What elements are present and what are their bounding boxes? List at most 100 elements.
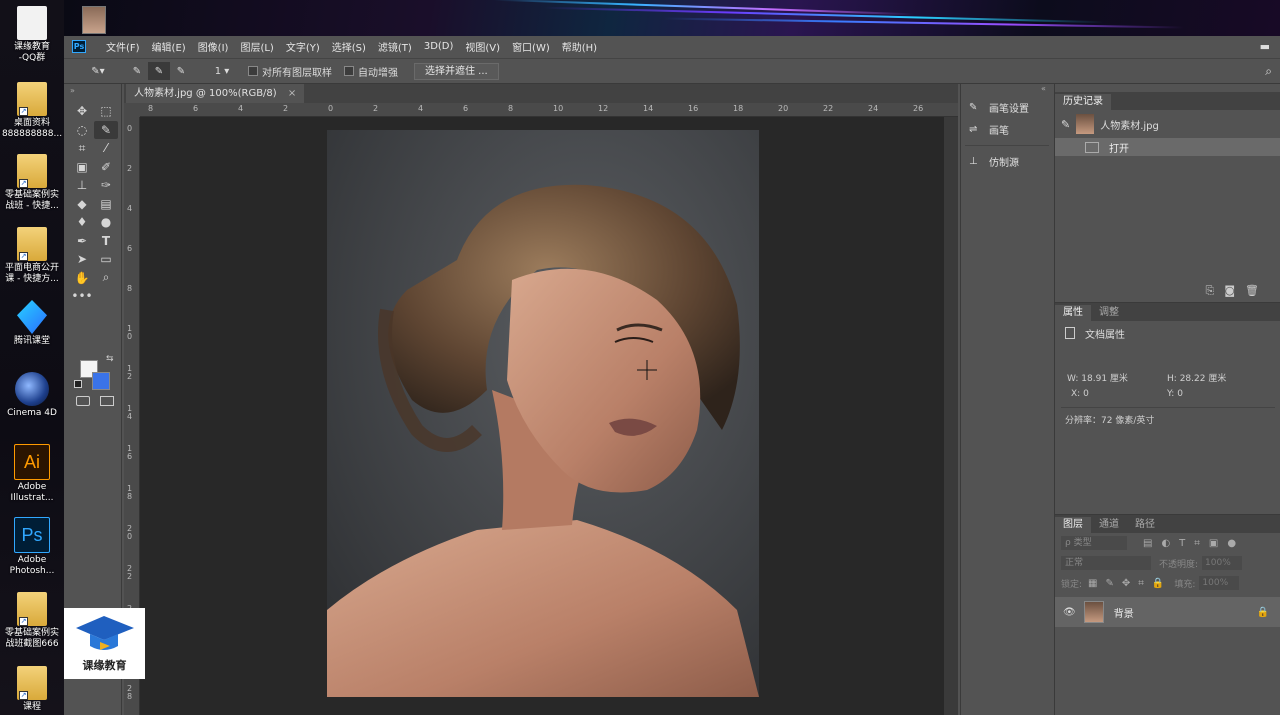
tab-properties[interactable]: 属性 xyxy=(1055,305,1091,321)
type-tool-icon[interactable]: T xyxy=(94,232,118,251)
layer-filter-select[interactable]: ρ 类型 xyxy=(1061,536,1127,550)
vertical-scrollbar[interactable] xyxy=(944,117,958,715)
blur-tool-icon[interactable]: ♦ xyxy=(70,213,94,232)
menu-select[interactable]: 选择(S) xyxy=(326,39,372,54)
desktop-icon-illustrator[interactable]: Ai Adobe Illustrat... xyxy=(0,444,64,504)
select-and-mask-button[interactable]: 选择并遮住 ... xyxy=(414,62,499,80)
auto-enhance-checkbox[interactable]: 自动增强 xyxy=(344,62,398,80)
close-tab-icon[interactable]: × xyxy=(288,88,296,99)
menu-filter[interactable]: 滤镜(T) xyxy=(372,39,418,54)
more-tools-icon[interactable]: ••• xyxy=(70,287,94,306)
menu-layer[interactable]: 图层(L) xyxy=(234,39,279,54)
desktop-icon-tencent[interactable]: 腾讯课堂 xyxy=(0,300,64,347)
tab-layers[interactable]: 图层 xyxy=(1055,517,1091,533)
layer-row-background[interactable]: 👁 背景 🔒 xyxy=(1055,597,1280,627)
y-field[interactable]: Y: 0 xyxy=(1167,389,1183,399)
shape-tool-icon[interactable]: ▭ xyxy=(94,250,118,269)
menu-edit[interactable]: 编辑(E) xyxy=(146,39,192,54)
menu-view[interactable]: 视图(V) xyxy=(459,39,506,54)
tool-preset-picker[interactable]: ✎▾ xyxy=(78,62,118,80)
screen-mode-icon[interactable] xyxy=(100,396,114,406)
desktop-icon-ecommerce[interactable]: ↗ 平面电商公开 课 - 快捷方... xyxy=(0,227,64,285)
move-tool-icon[interactable]: ✥ xyxy=(70,102,94,121)
fill-field[interactable]: 100% xyxy=(1199,576,1240,590)
background-color-swatch[interactable] xyxy=(92,372,110,390)
clone-source-item[interactable]: ⊥ 仿制源 xyxy=(961,150,1053,172)
lasso-tool-icon[interactable]: ◌ xyxy=(70,121,94,140)
collapse-dock-icon[interactable]: « xyxy=(1041,84,1046,93)
menu-3d[interactable]: 3D(D) xyxy=(418,41,460,52)
ruler-v-label: 1 2 xyxy=(127,364,133,381)
history-snapshot[interactable]: ✎ 人物素材.jpg xyxy=(1055,110,1280,138)
layer-filter-icons[interactable]: ▤◐T⌗▣● xyxy=(1143,538,1245,549)
menu-help[interactable]: 帮助(H) xyxy=(556,39,603,54)
dodge-tool-icon[interactable]: ● xyxy=(94,213,118,232)
eraser-tool-icon[interactable]: ◆ xyxy=(70,195,94,214)
tab-paths[interactable]: 路径 xyxy=(1127,517,1163,533)
pen-tool-icon[interactable]: ✒ xyxy=(70,232,94,251)
menu-type[interactable]: 文字(Y) xyxy=(280,39,326,54)
history-brush-tool-icon[interactable]: ✑ xyxy=(94,176,118,195)
quick-selection-tool-icon[interactable]: ✎ xyxy=(94,120,118,139)
new-selection-icon[interactable]: ✎ xyxy=(126,62,148,80)
desktop-icon-courses[interactable]: ↗ 课程 xyxy=(0,666,64,713)
folder-icon: ↗ xyxy=(17,227,47,261)
collapse-icon[interactable]: » xyxy=(70,86,75,95)
x-field[interactable]: X: 0 xyxy=(1071,389,1089,399)
width-field[interactable]: W: 18.91 厘米 xyxy=(1067,371,1128,384)
sample-all-layers-checkbox[interactable]: 对所有图层取样 xyxy=(248,62,332,80)
desktop-icon-materials[interactable]: ↗ 桌面资料 888888888... xyxy=(0,82,64,140)
blend-mode-select[interactable]: 正常 xyxy=(1061,556,1151,570)
tab-adjustments[interactable]: 调整 xyxy=(1091,305,1127,321)
history-actions: ⎘◙🗑 xyxy=(1206,284,1269,298)
desktop-icon-qq-group[interactable]: 课缘教育 -QQ群 xyxy=(0,6,64,64)
brush-tool-icon[interactable]: ✐ xyxy=(94,158,118,177)
add-to-selection-icon[interactable]: ✎ xyxy=(148,62,170,80)
hand-tool-icon[interactable]: ✋ xyxy=(70,269,94,288)
trash-icon[interactable]: 🗑 xyxy=(1245,284,1269,297)
search-icon[interactable]: ⌕ xyxy=(1265,64,1272,79)
menu-image[interactable]: 图像(I) xyxy=(192,39,235,54)
gradient-tool-icon[interactable]: ▤ xyxy=(94,195,118,214)
eyedropper-tool-icon[interactable]: ⁄ xyxy=(94,139,118,158)
tab-history[interactable]: 历史记录 xyxy=(1055,94,1111,110)
ruler-v-label: 2 xyxy=(127,164,133,173)
desktop-icon-photoshop[interactable]: Ps Adobe Photosh... xyxy=(0,517,64,577)
brush-item[interactable]: ⇌ 画笔 xyxy=(961,118,1053,140)
ruler-v-label: 1 6 xyxy=(127,444,133,461)
visibility-eye-icon[interactable]: 👁 xyxy=(1063,607,1076,618)
desktop-icon-cinema4d[interactable]: Cinema 4D xyxy=(0,372,64,419)
camera-icon[interactable]: ◙ xyxy=(1224,284,1245,297)
desktop-icon-case-class[interactable]: ↗ 零基础案例实 战班 - 快捷... xyxy=(0,154,64,212)
desktop-icon-screenshots[interactable]: ↗ 零基础案例实 战班截图666 xyxy=(0,592,64,650)
marquee-tool-icon[interactable]: ⬚ xyxy=(94,102,118,121)
desktop-portrait-thumbnail-icon[interactable] xyxy=(82,6,106,34)
crop-tool-icon[interactable]: ⌗ xyxy=(70,139,94,158)
new-document-icon[interactable]: ⎘ xyxy=(1206,284,1225,297)
document-tab[interactable]: 人物素材.jpg @ 100%(RGB/8) × xyxy=(126,84,305,103)
swap-colors-icon[interactable]: ⇆ xyxy=(106,354,114,364)
brush-size-picker[interactable]: 1 ▾ xyxy=(206,62,238,80)
default-colors-icon[interactable] xyxy=(74,380,82,388)
minimize-icon[interactable]: ▬ xyxy=(1260,40,1270,53)
quick-mask-icon[interactable] xyxy=(76,396,90,406)
path-selection-tool-icon[interactable]: ➤ xyxy=(70,250,94,269)
ruler-v-label: 8 xyxy=(127,284,133,293)
opacity-field[interactable]: 100% xyxy=(1202,556,1243,570)
canvas-area[interactable] xyxy=(140,117,944,715)
history-step[interactable]: 打开 xyxy=(1055,138,1280,156)
watermark-text: 课缘教育 xyxy=(82,659,127,672)
height-field[interactable]: H: 28.22 厘米 xyxy=(1167,371,1226,384)
menu-window[interactable]: 窗口(W) xyxy=(506,39,556,54)
subtract-selection-icon[interactable]: ✎ xyxy=(170,62,192,80)
tab-channels[interactable]: 通道 xyxy=(1091,517,1127,533)
zoom-tool-icon[interactable]: ⌕ xyxy=(94,269,118,288)
portrait-photo[interactable] xyxy=(327,130,759,697)
menu-file[interactable]: 文件(F) xyxy=(100,39,146,54)
history-brush-source-icon[interactable]: ✎ xyxy=(1061,118,1070,131)
illustrator-icon: Ai xyxy=(14,444,50,480)
brush-settings-item[interactable]: ✎ 画笔设置 xyxy=(961,96,1053,118)
clone-stamp-tool-icon[interactable]: ⊥ xyxy=(70,176,94,195)
lock-options-icons[interactable]: ▦✎✥⌗🔒 xyxy=(1088,578,1172,589)
frame-tool-icon[interactable]: ▣ xyxy=(70,158,94,177)
